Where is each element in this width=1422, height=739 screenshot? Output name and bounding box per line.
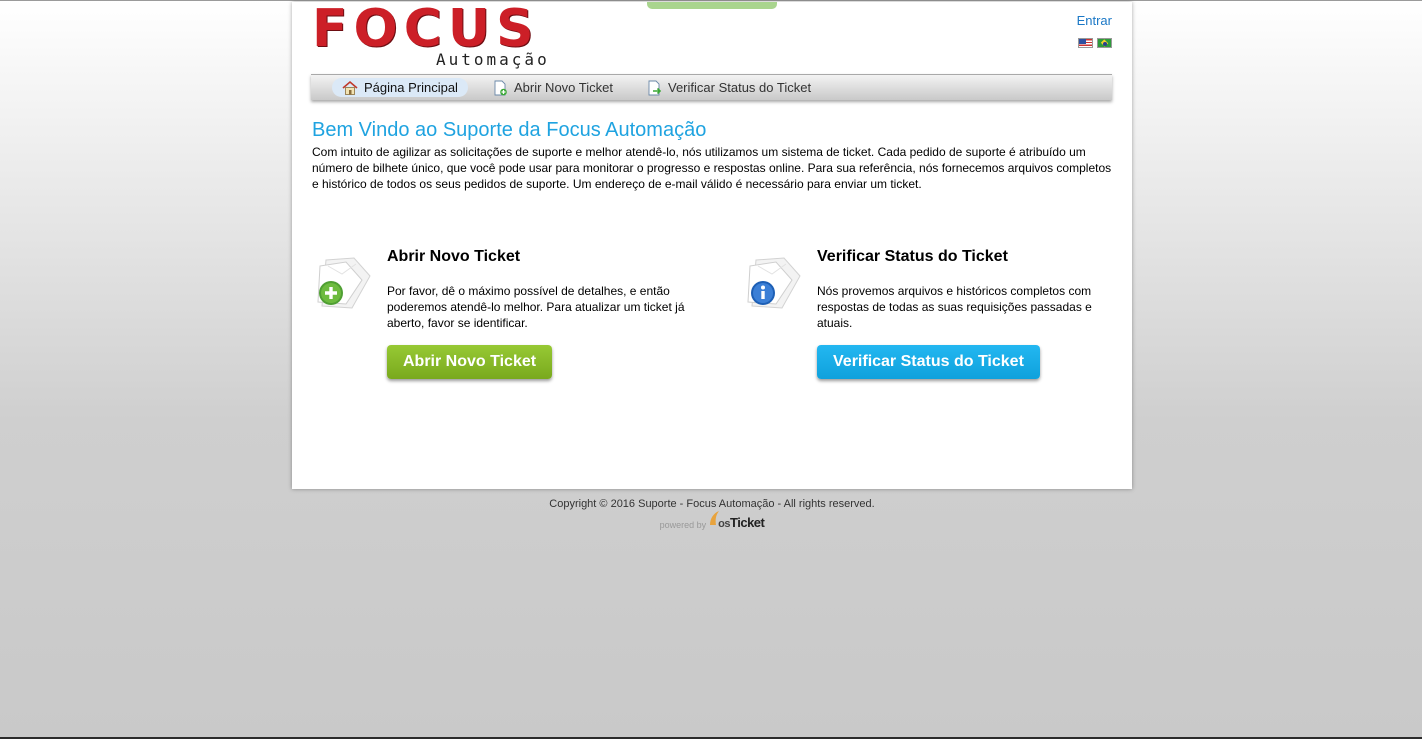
brazil-flag-icon[interactable] xyxy=(1097,38,1112,48)
footer: Copyright © 2016 Suporte - Focus Automaç… xyxy=(292,498,1132,531)
powered-by-label: powered by xyxy=(659,520,707,530)
logo-subtext: Automação xyxy=(436,50,550,69)
language-selector xyxy=(1078,38,1112,48)
new-ticket-title: Abrir Novo Ticket xyxy=(387,248,521,265)
nav-label-ticket-status: Verificar Status do Ticket xyxy=(668,80,812,95)
login-link[interactable]: Entrar xyxy=(1077,13,1112,28)
nav-item-home[interactable]: Página Principal xyxy=(332,78,468,97)
window-top-border xyxy=(0,0,1422,1)
ticket-status-icon xyxy=(648,80,662,95)
osticket-logo: osTicket xyxy=(708,511,765,531)
focus-logo[interactable]: FOCUS Automação xyxy=(312,0,552,72)
page-title: Bem Vindo ao Suporte da Focus Automação xyxy=(312,119,707,141)
nav-label-new-ticket: Abrir Novo Ticket xyxy=(514,80,613,95)
copyright-text: Copyright © 2016 Suporte - Focus Automaç… xyxy=(549,498,875,510)
nav-label-home: Página Principal xyxy=(364,80,458,95)
new-ticket-description: Por favor, dê o máximo possível de detal… xyxy=(387,284,685,330)
osticket-mark-icon xyxy=(710,511,720,525)
powered-by-osticket[interactable]: powered by osTicket xyxy=(292,511,1132,531)
check-status-description: Nós provemos arquivos e históricos compl… xyxy=(817,284,1092,330)
new-ticket-icon xyxy=(317,257,371,309)
home-icon xyxy=(342,80,358,95)
check-status-title: Verificar Status do Ticket xyxy=(817,248,1008,265)
logo-text: FOCUS xyxy=(312,0,540,59)
page-container: FOCUS Automação Entrar Página Principal … xyxy=(292,2,1132,489)
check-ticket-status-button[interactable]: Verificar Status do Ticket xyxy=(817,345,1040,379)
welcome-text: Com intuito de agilizar as solicitações … xyxy=(312,145,1112,191)
ticket-info-icon xyxy=(747,257,801,309)
us-flag-icon[interactable] xyxy=(1078,38,1093,48)
main-nav: Página Principal Abrir Novo Ticket Verif… xyxy=(311,74,1112,100)
top-tab-decoration xyxy=(647,2,777,9)
nav-item-ticket-status[interactable]: Verificar Status do Ticket xyxy=(646,78,811,97)
nav-item-new-ticket[interactable]: Abrir Novo Ticket xyxy=(492,78,613,97)
osticket-ticket-text: Ticket xyxy=(730,515,765,530)
open-new-ticket-button[interactable]: Abrir Novo Ticket xyxy=(387,345,553,379)
new-ticket-icon xyxy=(494,80,507,95)
